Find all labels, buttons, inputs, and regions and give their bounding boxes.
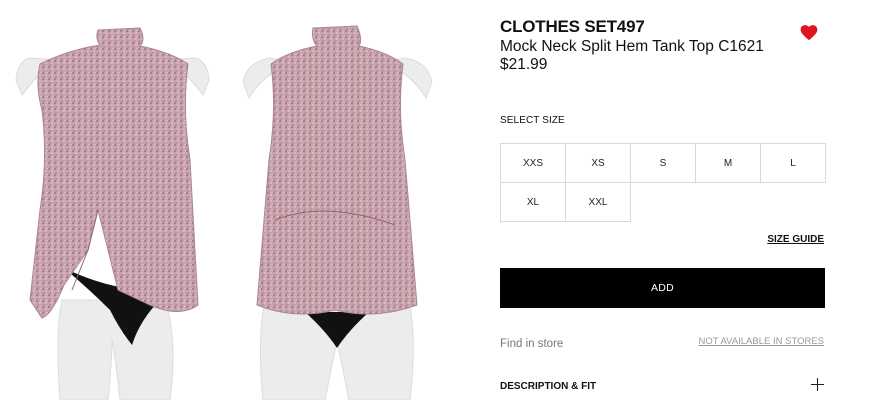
size-option-m[interactable]: M	[695, 143, 761, 183]
product-price: $21.99	[500, 56, 548, 73]
product-image-front[interactable]	[0, 0, 225, 400]
product-info: CLOTHES SET497 Mock Neck Split Hem Tank …	[500, 0, 826, 400]
size-option-l[interactable]: L	[760, 143, 826, 183]
find-in-store-link[interactable]: Find in store	[500, 338, 563, 350]
size-grid: XXS XS S M L XL XXL	[500, 143, 826, 222]
plus-icon[interactable]	[811, 378, 824, 391]
product-name: Mock Neck Split Hem Tank Top C1621	[500, 38, 764, 55]
size-row: XXS XS S M L	[500, 143, 826, 183]
store-availability-link[interactable]: NOT AVAILABLE IN STORES	[699, 336, 824, 347]
add-to-bag-button[interactable]: ADD	[500, 268, 825, 308]
size-guide-link[interactable]: SIZE GUIDE	[767, 234, 824, 245]
size-option-s[interactable]: S	[630, 143, 696, 183]
size-option-xs[interactable]: XS	[565, 143, 631, 183]
description-fit-heading[interactable]: DESCRIPTION & FIT	[500, 381, 596, 392]
size-option-xl[interactable]: XL	[500, 182, 566, 222]
size-row: XL XXL	[500, 182, 825, 222]
product-brand: CLOTHES SET497	[500, 17, 645, 36]
select-size-label: SELECT SIZE	[500, 115, 565, 126]
product-image-back[interactable]	[225, 0, 450, 400]
product-gallery	[0, 0, 450, 400]
heart-icon[interactable]	[800, 25, 818, 41]
size-option-xxl[interactable]: XXL	[565, 182, 631, 222]
size-option-xxs[interactable]: XXS	[500, 143, 566, 183]
